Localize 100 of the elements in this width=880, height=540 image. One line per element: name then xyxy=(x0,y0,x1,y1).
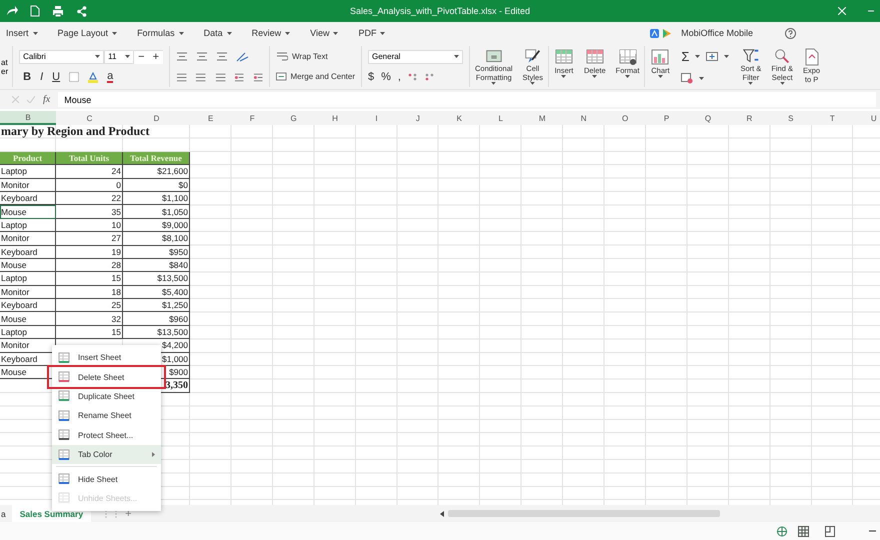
decimal-icon[interactable] xyxy=(408,73,418,82)
decimal-icon[interactable] xyxy=(424,73,435,82)
fill-color-icon[interactable] xyxy=(88,72,98,83)
scrollbar-thumb[interactable] xyxy=(448,510,720,517)
print-icon[interactable] xyxy=(52,6,64,16)
formula-input[interactable]: Mouse xyxy=(58,92,876,107)
promo-link[interactable]: MobiOffice Mobile xyxy=(681,28,753,38)
align-icon[interactable] xyxy=(196,52,208,61)
column-header[interactable]: O xyxy=(604,111,646,125)
align-icon[interactable] xyxy=(176,72,188,82)
table-cell[interactable]: $8,100 xyxy=(123,232,190,246)
text-orientation-icon[interactable] xyxy=(236,52,249,62)
column-header[interactable]: I xyxy=(356,111,398,125)
table-cell[interactable]: $840 xyxy=(123,258,190,272)
table-cell[interactable]: $21,600 xyxy=(123,165,190,179)
table-cell[interactable]: Keyboard xyxy=(0,246,56,259)
table-cell[interactable]: $1,050 xyxy=(123,205,190,219)
bold-button[interactable]: B xyxy=(23,71,32,84)
border-icon[interactable] xyxy=(69,72,80,82)
function-label[interactable]: fx xyxy=(43,94,50,105)
table-cell[interactable]: Monitor xyxy=(0,178,56,192)
autosum-button[interactable]: Σ xyxy=(681,49,690,64)
column-header[interactable]: Q xyxy=(687,111,729,125)
table-cell[interactable]: $9,000 xyxy=(123,218,190,232)
table-cell[interactable]: Monitor xyxy=(0,232,56,246)
function-icon[interactable] xyxy=(706,52,718,62)
table-cell[interactable]: Monitor xyxy=(0,286,56,300)
sheet-tab[interactable]: a xyxy=(0,505,12,522)
column-header[interactable]: H xyxy=(314,111,356,125)
column-header[interactable]: N xyxy=(562,111,604,125)
menu-item[interactable]: Data xyxy=(204,28,232,38)
align-icon[interactable] xyxy=(214,72,226,82)
size-button[interactable]: − xyxy=(134,50,149,64)
table-cell[interactable]: Laptop xyxy=(0,272,56,286)
table-cell[interactable]: Laptop xyxy=(0,165,56,179)
table-cell[interactable]: $13,500 xyxy=(123,326,190,340)
table-cell[interactable]: $0 xyxy=(123,178,190,192)
table-cell[interactable]: Mouse xyxy=(0,205,56,219)
indent-icon[interactable] xyxy=(234,72,245,82)
column-header[interactable]: L xyxy=(480,111,522,125)
minimize-icon[interactable] xyxy=(868,10,874,12)
menu-item[interactable]: Insert xyxy=(6,28,38,38)
number-format-button[interactable]: % xyxy=(381,71,391,84)
scroll-left-icon[interactable] xyxy=(440,510,444,516)
menu-item[interactable]: Page Layout xyxy=(58,28,118,38)
grid-view-icon[interactable] xyxy=(798,526,809,536)
align-icon[interactable] xyxy=(176,52,188,61)
column-header[interactable]: F xyxy=(231,111,273,125)
help-icon[interactable] xyxy=(785,28,796,38)
wrap-text-button[interactable]: Wrap Text xyxy=(276,52,355,61)
clear-icon[interactable] xyxy=(681,72,694,84)
menu-item[interactable]: Rename Sheet xyxy=(52,406,161,426)
column-header[interactable]: M xyxy=(522,111,563,125)
accessibility-icon[interactable] xyxy=(776,526,788,536)
table-cell[interactable]: 0 xyxy=(56,178,123,192)
column-header[interactable]: S xyxy=(770,111,812,125)
column-header[interactable]: P xyxy=(646,111,688,125)
table-cell[interactable]: Mouse xyxy=(0,258,56,272)
column-header[interactable]: G xyxy=(272,111,314,125)
table-cell[interactable]: 35 xyxy=(56,205,123,219)
table-cell[interactable]: $1,100 xyxy=(123,192,190,206)
italic-button[interactable]: I xyxy=(40,71,44,84)
table-cell[interactable]: Keyboard xyxy=(0,192,56,206)
table-cell[interactable]: 28 xyxy=(56,258,123,272)
table-cell[interactable]: 22 xyxy=(56,192,123,206)
table-cell[interactable]: Laptop xyxy=(0,326,56,340)
table-cell[interactable]: $960 xyxy=(123,312,190,326)
table-cell[interactable]: 32 xyxy=(56,312,123,326)
table-cell[interactable]: 18 xyxy=(56,286,123,300)
menu-item[interactable]: PDF xyxy=(358,28,386,38)
font-name-field[interactable]: Calibri xyxy=(19,50,104,64)
column-header[interactable]: D xyxy=(123,111,190,125)
table-cell[interactable]: Keyboard xyxy=(0,299,56,312)
table-cell[interactable]: 15 xyxy=(56,272,123,286)
table-cell[interactable]: $1,250 xyxy=(123,299,190,312)
column-header[interactable]: U xyxy=(853,111,880,125)
column-header[interactable]: R xyxy=(728,111,770,125)
number-format-button[interactable]: $ xyxy=(368,71,374,84)
align-icon[interactable] xyxy=(216,52,228,61)
redo-icon[interactable] xyxy=(6,6,18,16)
table-cell[interactable]: 25 xyxy=(56,299,123,312)
page-view-icon[interactable] xyxy=(825,526,835,536)
column-header[interactable]: C xyxy=(56,111,123,125)
underline-button[interactable]: U xyxy=(52,71,60,84)
column-header[interactable]: K xyxy=(438,111,480,125)
menu-item[interactable]: View xyxy=(310,28,338,38)
table-cell[interactable]: 24 xyxy=(56,165,123,179)
menu-item[interactable]: Formulas xyxy=(137,28,184,38)
menu-item[interactable]: Protect Sheet... xyxy=(52,426,161,445)
font-size-field[interactable]: 11 xyxy=(104,50,134,64)
table-cell[interactable]: $13,500 xyxy=(123,272,190,286)
menu-item[interactable]: Review xyxy=(252,28,290,38)
column-header[interactable]: J xyxy=(397,111,439,125)
merge-button[interactable]: Merge and Center xyxy=(276,72,355,82)
indent-icon[interactable] xyxy=(252,72,263,82)
menu-item[interactable]: Hide Sheet xyxy=(52,469,161,489)
align-icon[interactable] xyxy=(195,72,207,82)
table-cell[interactable]: 15 xyxy=(56,326,123,340)
table-cell[interactable]: Laptop xyxy=(0,218,56,232)
table-cell[interactable]: 10 xyxy=(56,218,123,232)
